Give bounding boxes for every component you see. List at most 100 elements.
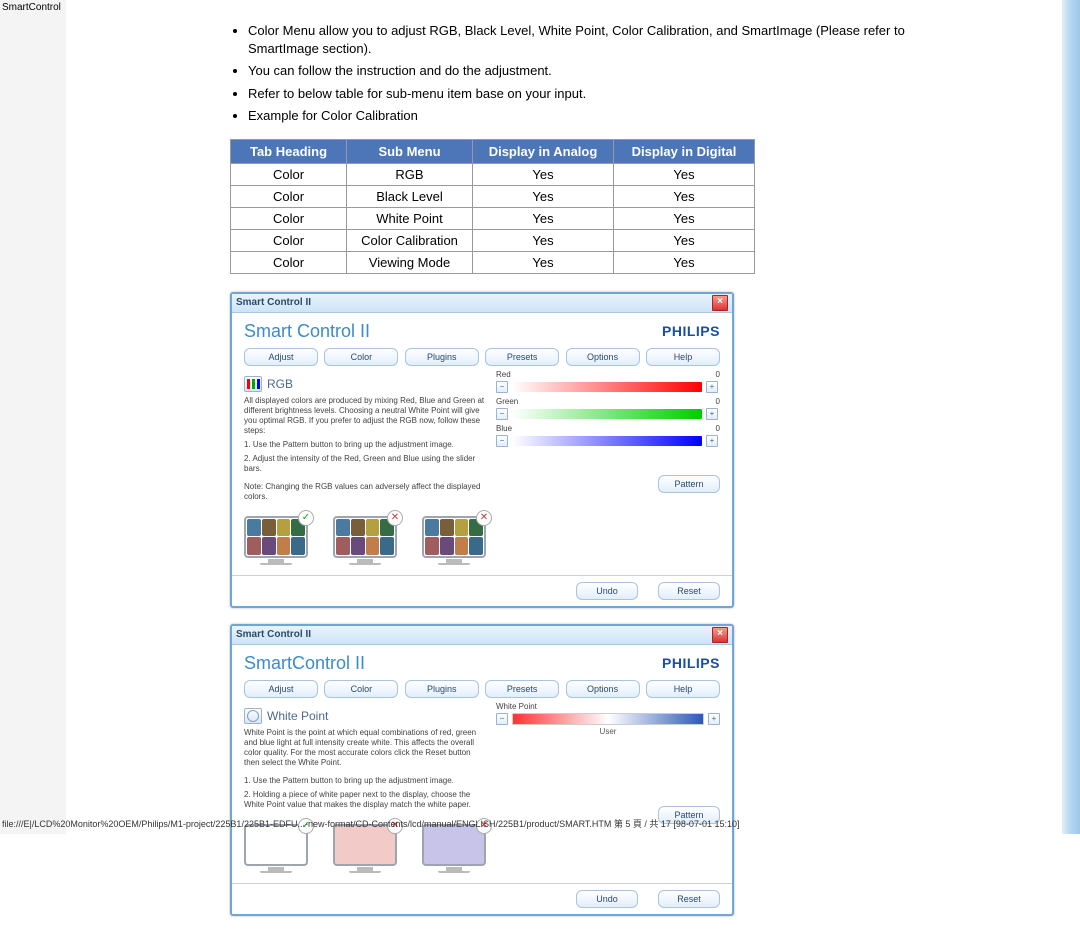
- minus-icon[interactable]: −: [496, 713, 508, 725]
- note-text: Note: Changing the RGB values can advers…: [244, 482, 486, 502]
- tab-options[interactable]: Options: [566, 680, 640, 698]
- minus-icon[interactable]: −: [496, 381, 508, 393]
- td: Yes: [473, 163, 614, 185]
- td: Color: [231, 185, 347, 207]
- table-row: ColorBlack LevelYesYes: [231, 185, 755, 207]
- td: Color: [231, 251, 347, 273]
- tab-presets[interactable]: Presets: [485, 348, 559, 366]
- app-title: SmartControl II: [244, 653, 365, 674]
- slider-label: Blue: [496, 424, 512, 433]
- tab-color[interactable]: Color: [324, 348, 398, 366]
- red-slider[interactable]: −+: [496, 381, 720, 393]
- plus-icon[interactable]: +: [708, 713, 720, 725]
- slider-label: White Point: [496, 702, 537, 711]
- bullet: Example for Color Calibration: [248, 105, 970, 125]
- td: Color Calibration: [347, 229, 473, 251]
- td: Yes: [473, 185, 614, 207]
- td: White Point: [347, 207, 473, 229]
- tab-help[interactable]: Help: [646, 680, 720, 698]
- rgb-icon: [244, 376, 262, 392]
- minus-icon[interactable]: −: [496, 408, 508, 420]
- cross-icon: ✕: [387, 510, 403, 526]
- color-menu-table: Tab Heading Sub Menu Display in Analog D…: [230, 139, 755, 274]
- td: Color: [231, 163, 347, 185]
- plus-icon[interactable]: +: [706, 381, 718, 393]
- green-slider[interactable]: −+: [496, 408, 720, 420]
- page-header-title: SmartControl: [2, 2, 61, 13]
- section-heading: White Point: [244, 708, 486, 724]
- undo-button[interactable]: Undo: [576, 890, 638, 908]
- th: Tab Heading: [231, 139, 347, 163]
- app-title: Smart Control II: [244, 321, 370, 342]
- slider-label: Red: [496, 370, 511, 379]
- section-heading: RGB: [244, 376, 486, 392]
- close-icon[interactable]: ×: [712, 627, 728, 643]
- plus-icon[interactable]: +: [706, 408, 718, 420]
- monitor-preview: ✕: [333, 824, 397, 873]
- dialog-footer: Undo Reset: [232, 883, 732, 914]
- td: Viewing Mode: [347, 251, 473, 273]
- slider-label: Green: [496, 397, 518, 406]
- table-row: ColorViewing ModeYesYes: [231, 251, 755, 273]
- titlebar: Smart Control II ×: [232, 626, 732, 645]
- monitor-preview: ✕: [422, 824, 486, 873]
- cross-icon: ✕: [476, 510, 492, 526]
- tab-plugins[interactable]: Plugins: [405, 680, 479, 698]
- whitepoint-slider[interactable]: −+: [496, 713, 720, 725]
- td: Color: [231, 207, 347, 229]
- td: Yes: [614, 163, 755, 185]
- bullet: Color Menu allow you to adjust RGB, Blac…: [248, 20, 970, 58]
- blue-slider[interactable]: −+: [496, 435, 720, 447]
- description-text: All displayed colors are produced by mix…: [244, 396, 486, 436]
- bullet: Refer to below table for sub-menu item b…: [248, 83, 970, 103]
- monitor-previews: ✓ ✕ ✕: [244, 824, 486, 873]
- tab-presets[interactable]: Presets: [485, 680, 559, 698]
- brand-row: Smart Control II PHILIPS: [244, 321, 720, 342]
- section-title: RGB: [267, 377, 293, 391]
- reset-button[interactable]: Reset: [658, 582, 720, 600]
- td: Yes: [614, 229, 755, 251]
- step-text: 1. Use the Pattern button to bring up th…: [244, 776, 486, 786]
- step-text: 1. Use the Pattern button to bring up th…: [244, 440, 486, 450]
- th: Sub Menu: [347, 139, 473, 163]
- right-strip: [1062, 0, 1080, 834]
- th: Display in Digital: [614, 139, 755, 163]
- td: Yes: [473, 207, 614, 229]
- brand-logo: PHILIPS: [662, 323, 720, 339]
- intro-bullets: Color Menu allow you to adjust RGB, Blac…: [230, 20, 970, 125]
- monitor-previews: ✓ ✕ ✕: [244, 516, 486, 565]
- step-text: 2. Holding a piece of white paper next t…: [244, 790, 486, 810]
- undo-button[interactable]: Undo: [576, 582, 638, 600]
- footer-file-path: file:///E|/LCD%20Monitor%20OEM/Philips/M…: [2, 817, 739, 830]
- table-header-row: Tab Heading Sub Menu Display in Analog D…: [231, 139, 755, 163]
- tab-options[interactable]: Options: [566, 348, 640, 366]
- slider-value: 0: [716, 424, 720, 433]
- td: Yes: [614, 185, 755, 207]
- whitepoint-icon: [244, 708, 262, 724]
- tab-help[interactable]: Help: [646, 348, 720, 366]
- td: Yes: [473, 251, 614, 273]
- minus-icon[interactable]: −: [496, 435, 508, 447]
- tab-adjust[interactable]: Adjust: [244, 680, 318, 698]
- td: Black Level: [347, 185, 473, 207]
- tab-plugins[interactable]: Plugins: [405, 348, 479, 366]
- slider-value: 0: [716, 397, 720, 406]
- table-row: ColorRGBYesYes: [231, 163, 755, 185]
- monitor-preview: ✓: [244, 516, 308, 565]
- description-text: White Point is the point at which equal …: [244, 728, 486, 768]
- checkmark-icon: ✓: [298, 510, 314, 526]
- slider-value: 0: [716, 370, 720, 379]
- tab-row: Adjust Color Plugins Presets Options Hel…: [244, 348, 720, 366]
- reset-button[interactable]: Reset: [658, 890, 720, 908]
- titlebar: Smart Control II ×: [232, 294, 732, 313]
- titlebar-text: Smart Control II: [236, 629, 311, 640]
- td: Yes: [473, 229, 614, 251]
- close-icon[interactable]: ×: [712, 295, 728, 311]
- pattern-button[interactable]: Pattern: [658, 475, 720, 493]
- plus-icon[interactable]: +: [706, 435, 718, 447]
- tab-color[interactable]: Color: [324, 680, 398, 698]
- tab-adjust[interactable]: Adjust: [244, 348, 318, 366]
- section-title: White Point: [267, 709, 328, 723]
- left-margin: [0, 0, 66, 834]
- monitor-preview: ✕: [333, 516, 397, 565]
